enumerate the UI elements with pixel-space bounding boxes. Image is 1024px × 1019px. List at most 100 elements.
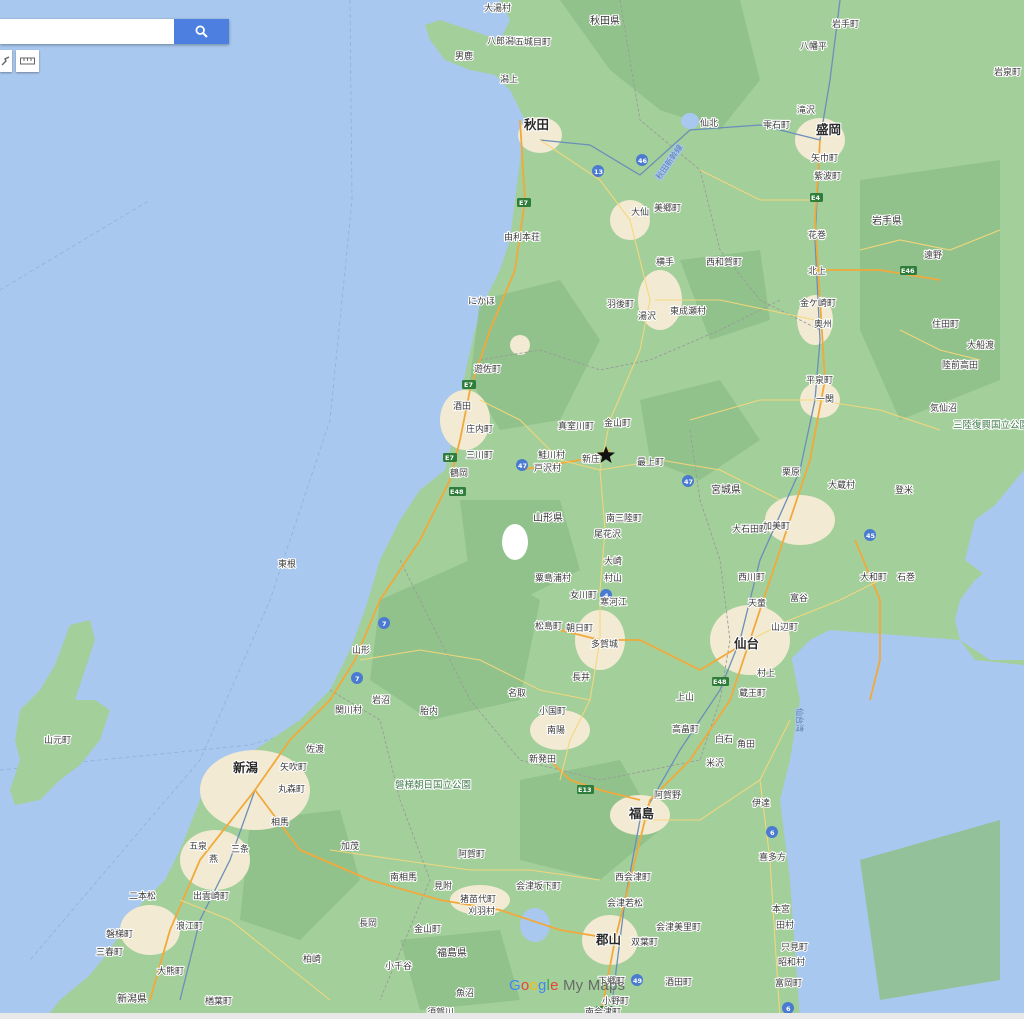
town-label: 遠野 <box>924 249 942 261</box>
town-label: 小国町 <box>539 706 566 717</box>
town-label: 岩泉町 <box>994 66 1021 78</box>
town-label: 美郷町 <box>654 202 681 214</box>
town-label: 松島町 <box>535 620 562 632</box>
svg-text:E48: E48 <box>713 678 727 686</box>
town-label: 富谷 <box>790 592 808 604</box>
svg-text:46: 46 <box>638 157 648 165</box>
town-label: 佐渡 <box>306 743 324 755</box>
town-label: 上山 <box>676 692 694 703</box>
town-label: 奥州 <box>814 318 832 330</box>
town-label: 大崎 <box>604 555 622 567</box>
town-label: 磐梯町 <box>106 928 133 940</box>
town-label: 米沢 <box>706 757 724 769</box>
town-label: 矢吹町 <box>280 761 307 773</box>
town-label: 南相馬 <box>390 871 417 883</box>
town-label: 南三陸町 <box>606 512 642 524</box>
town-label: 潟上 <box>500 73 518 85</box>
town-label: 胎内 <box>420 705 438 717</box>
town-label: 羽後町 <box>607 298 634 310</box>
prefecture-label: 新潟県 <box>117 992 147 1005</box>
town-label: 西和賀町 <box>706 256 742 268</box>
town-label: 遊佐町 <box>474 363 501 375</box>
map-canvas[interactable]: E7 E7 E7 E48 E4 E46 E48 E13 E49 13 46 47… <box>0 0 1024 1019</box>
town-label: 戸沢村 <box>534 462 561 474</box>
svg-text:7: 7 <box>382 620 387 628</box>
town-label: 浪江町 <box>176 920 203 932</box>
town-label: 昭和村 <box>778 956 805 968</box>
svg-text:6: 6 <box>770 829 775 837</box>
town-label: 白石 <box>715 733 733 745</box>
search-button[interactable] <box>174 19 229 44</box>
prefecture-label: 岩手県 <box>872 214 902 227</box>
town-label: 楢葉町 <box>205 995 232 1007</box>
town-label: 滝沢 <box>797 104 815 116</box>
prefecture-label: 宮城県 <box>711 483 741 496</box>
town-label: 横手 <box>656 256 674 268</box>
town-label: 山形 <box>352 644 370 656</box>
town-label: 只見町 <box>781 942 808 953</box>
prefecture-label: 秋田県 <box>590 14 620 27</box>
search-bar <box>0 19 229 44</box>
city-label: 盛岡 <box>816 122 841 137</box>
town-label: 伊達 <box>752 797 770 809</box>
svg-text:E46: E46 <box>901 267 915 275</box>
town-label: 山辺町 <box>771 622 798 633</box>
town-label: 富岡町 <box>775 977 802 989</box>
town-label: 大熊町 <box>157 965 184 977</box>
town-label: 加美町 <box>763 520 790 532</box>
measure-distance-button[interactable] <box>16 50 39 72</box>
town-label: 真室川町 <box>558 420 594 432</box>
city-label: 秋田 <box>524 117 549 132</box>
town-label: 登米 <box>895 484 913 496</box>
town-label: 由利本荘 <box>504 231 540 243</box>
town-label: 五城目町 <box>515 37 551 48</box>
town-label: 田村 <box>776 919 794 931</box>
search-input[interactable] <box>0 19 174 44</box>
town-label: 矢巾町 <box>811 152 838 164</box>
city-label: 新潟 <box>233 760 259 775</box>
town-label: 平泉町 <box>806 374 833 386</box>
town-label: 刈羽村 <box>468 905 495 917</box>
bottom-strip <box>0 1013 1024 1019</box>
town-label: 一関 <box>816 394 834 405</box>
town-label: 粟島浦村 <box>535 572 571 584</box>
town-label: 小野町 <box>602 996 629 1007</box>
town-label: 陸前高田 <box>942 359 978 371</box>
town-label: 岩沼 <box>372 694 390 706</box>
town-label: 鮭川村 <box>538 449 565 461</box>
town-label: 加茂 <box>341 840 359 852</box>
town-label: 湯沢 <box>638 310 656 322</box>
town-label: 双葉町 <box>631 936 658 948</box>
city-label: 仙台 <box>734 636 759 651</box>
town-label: 阿賀町 <box>458 848 485 860</box>
sea-label: 仙台湾 <box>795 708 805 732</box>
town-label: 金山町 <box>604 417 631 429</box>
town-label: にかほ <box>468 296 495 307</box>
svg-text:E7: E7 <box>519 199 528 207</box>
search-icon <box>195 25 208 38</box>
town-label: 朝日町 <box>566 623 593 634</box>
svg-text:49: 49 <box>633 977 643 985</box>
town-label: 東成瀬村 <box>670 305 706 317</box>
town-label: 仙北 <box>700 117 718 129</box>
town-label: 花巻 <box>808 229 826 241</box>
town-label: 猪苗代町 <box>460 893 496 905</box>
town-label: 女川町 <box>570 589 597 601</box>
town-label: 栗原 <box>782 467 800 478</box>
town-label: 出雲崎町 <box>193 890 229 902</box>
town-label: 小千谷 <box>385 961 412 972</box>
town-label: 魚沼 <box>456 987 474 999</box>
town-label: 新庄 <box>582 453 600 465</box>
town-label: 蔵王町 <box>739 687 766 699</box>
town-label: 喜多方 <box>759 851 786 863</box>
town-label: 見附 <box>434 880 452 892</box>
svg-text:E13: E13 <box>578 786 592 794</box>
town-label: 南陽 <box>547 724 565 736</box>
svg-text:47: 47 <box>684 478 693 486</box>
town-label: 男鹿 <box>455 50 473 62</box>
draw-line-button[interactable] <box>0 50 12 72</box>
google-logo-text: Google <box>509 977 559 994</box>
town-label: 柏崎 <box>303 953 321 965</box>
google-my-maps-logo: Google My Maps <box>509 977 625 994</box>
park-label: 磐梯朝日国立公園 <box>395 779 471 791</box>
